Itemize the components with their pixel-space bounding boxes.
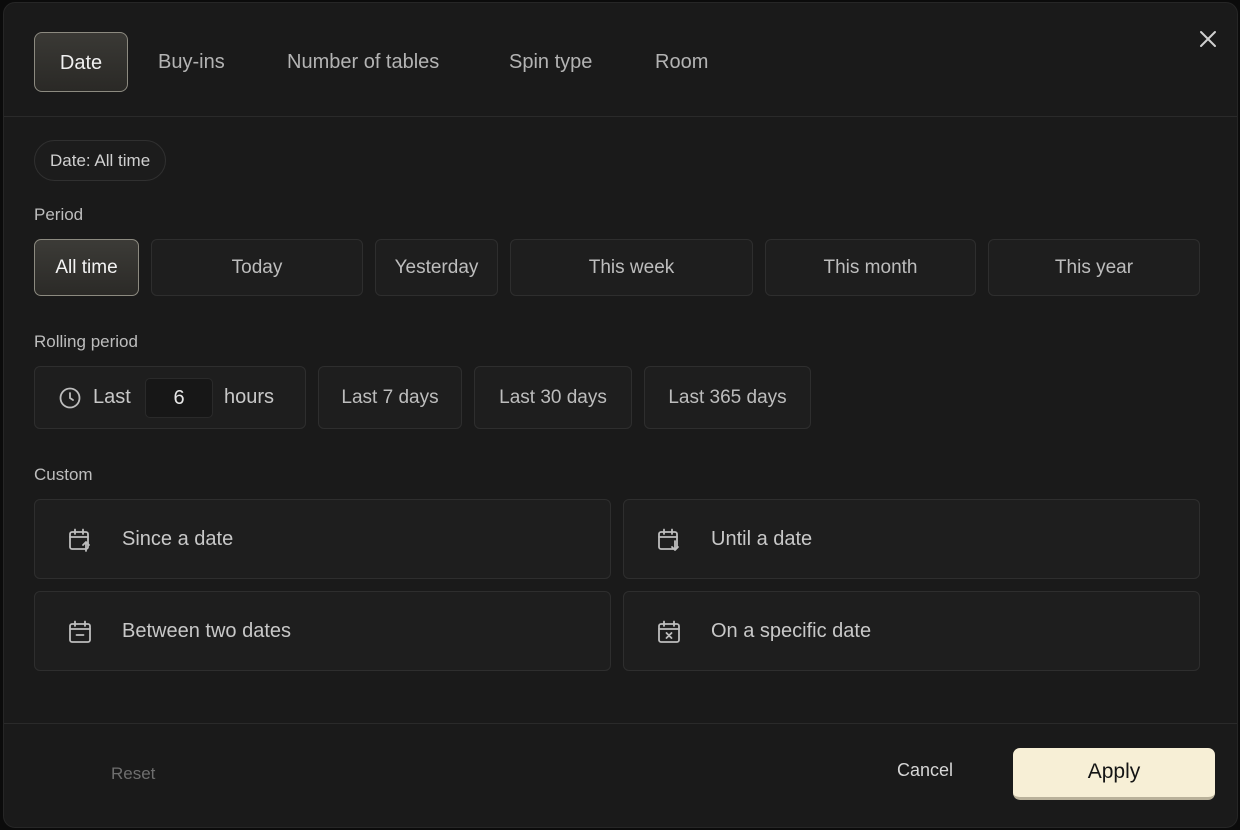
period-this-year-button[interactable]: This year (988, 239, 1200, 296)
on-a-specific-date-button[interactable]: On a specific date (623, 591, 1200, 671)
rolling-period-label: Rolling period (34, 332, 138, 351)
calendar-minus-icon (67, 619, 93, 645)
since-a-date-label: Since a date (122, 528, 234, 550)
period-today-button[interactable]: Today (151, 239, 363, 296)
calendar-arrow-down-icon (656, 527, 682, 553)
between-two-dates-button[interactable]: Between two dates (34, 591, 611, 671)
calendar-x-icon (656, 619, 682, 645)
filter-dialog: Date Buy-ins Number of tables Spin type … (3, 2, 1238, 828)
cancel-button[interactable]: Cancel (897, 760, 953, 781)
dialog-footer: Reset Cancel Apply (4, 723, 1237, 827)
on-a-specific-date-label: On a specific date (711, 620, 872, 642)
between-two-dates-label: Between two dates (122, 620, 291, 642)
tab-date[interactable]: Date (34, 32, 128, 92)
period-all-time-button[interactable]: All time (34, 239, 139, 296)
last-7-days-button[interactable]: Last 7 days (318, 366, 462, 429)
rolling-custom-hours[interactable]: Last hours (34, 366, 306, 429)
tab-buy-ins[interactable]: Buy-ins (158, 32, 225, 92)
until-a-date-label: Until a date (711, 528, 813, 550)
rolling-hours-input[interactable] (145, 378, 213, 418)
filter-tabs: Date Buy-ins Number of tables Spin type … (4, 3, 1237, 117)
calendar-arrow-up-icon (67, 527, 93, 553)
period-this-month-button[interactable]: This month (765, 239, 976, 296)
since-a-date-button[interactable]: Since a date (34, 499, 611, 579)
custom-label: Custom (34, 465, 93, 484)
period-label: Period (34, 205, 84, 224)
tab-spin-type[interactable]: Spin type (509, 32, 592, 92)
tab-number-of-tables[interactable]: Number of tables (287, 32, 439, 92)
period-this-week-button[interactable]: This week (510, 239, 753, 296)
until-a-date-button[interactable]: Until a date (623, 499, 1200, 579)
clock-icon (59, 387, 81, 409)
last-30-days-button[interactable]: Last 30 days (474, 366, 632, 429)
rolling-prefix: Last (93, 386, 131, 408)
close-icon[interactable] (1196, 27, 1220, 51)
rolling-unit: hours (224, 386, 275, 408)
last-365-days-button[interactable]: Last 365 days (644, 366, 811, 429)
active-filter-chip: Date: All time (34, 140, 167, 181)
reset-button[interactable]: Reset (111, 764, 155, 784)
tab-room[interactable]: Room (655, 32, 708, 92)
apply-button[interactable]: Apply (1013, 748, 1215, 800)
period-yesterday-button[interactable]: Yesterday (375, 239, 498, 296)
